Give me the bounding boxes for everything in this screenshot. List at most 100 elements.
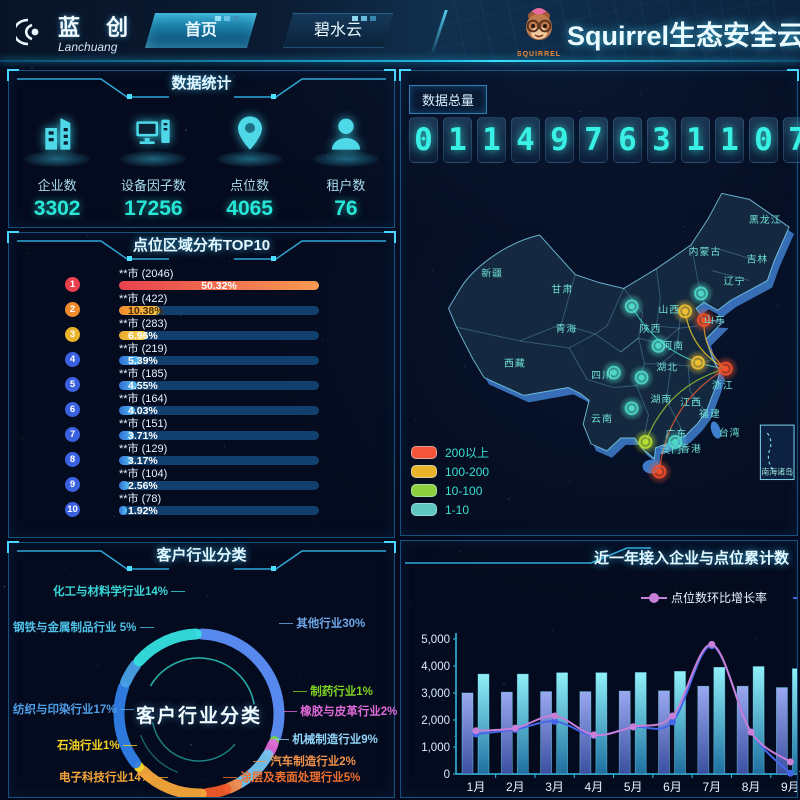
trend-legend-item[interactable]: 点位数环比增长率	[641, 589, 767, 606]
digit-tile-11: 7	[783, 117, 800, 163]
logo-text: 蓝 创	[58, 10, 138, 42]
province-label-香港: 香港	[680, 443, 702, 455]
header: 蓝 创 Lanchuang 首页碧水云 SQUIRREL Squirrel生态安…	[0, 0, 800, 62]
top10-row-1: 1**市 (2046)50.32%	[9, 268, 394, 293]
south-sea-inset-label: 南海诸岛	[761, 467, 793, 477]
top10-bar-track: 5.39%	[119, 356, 319, 365]
data-total-digits: 011497631107	[409, 117, 800, 163]
stat-label: 企业数	[12, 175, 102, 194]
donut-segment-涂层及表面处理行业	[207, 789, 226, 793]
panel-data-stats: 数据统计 企业数3302设备因子数17256点位数4065租户数76	[8, 70, 395, 228]
x-tick-9月: 9月	[781, 780, 797, 794]
digit-tile-5: 7	[579, 117, 608, 163]
top10-bar-track: 6.96%	[119, 331, 319, 340]
donut-label-制药行业1%: 制药行业1%	[293, 683, 373, 699]
rank-badge: 3	[65, 327, 80, 342]
logo-subtext: Lanchuang	[58, 40, 138, 54]
bar-month6-s1	[675, 671, 686, 774]
donut-center-label: 客户行业分类	[109, 701, 289, 728]
rank-badge: 7	[65, 427, 80, 442]
digit-tile-8: 1	[681, 117, 710, 163]
tab-首页[interactable]: 首页	[145, 13, 257, 48]
dashboard-root: 蓝 创 Lanchuang 首页碧水云 SQUIRREL Squirrel生态安…	[0, 0, 800, 800]
top10-percent: 3.71%	[128, 430, 158, 442]
stat-icon-wrap	[12, 107, 102, 169]
top10-bar-group: **市 (151)3.71%	[119, 418, 319, 440]
digit-tile-1: 1	[443, 117, 472, 163]
top10-list: 1**市 (2046)50.32% 2 **市 (422)10.38% 3 **市 (2…	[9, 263, 394, 518]
province-label-吉林: 吉林	[747, 253, 769, 266]
top10-row-2: 2 **市 (422)10.38%	[9, 293, 394, 318]
province-label-辽宁: 辽宁	[724, 275, 746, 288]
top10-bar-track: 4.03%	[119, 406, 319, 415]
donut-label-橡胶与皮革行业2%: 橡胶与皮革行业2%	[283, 703, 397, 719]
map-legend-item: 100-200	[411, 462, 489, 481]
panel-title-bar: 客户行业分类	[9, 543, 394, 573]
province-label-湖北: 湖北	[656, 362, 678, 374]
top10-bar-track: 3.71%	[119, 431, 319, 440]
y-tick: 2,000	[421, 715, 450, 727]
top10-row-8: 8**市 (129)3.17%	[9, 443, 394, 468]
top10-row-label: **市 (78)	[119, 493, 319, 505]
y-tick: 4,000	[421, 661, 450, 673]
digit-tile-0: 0	[409, 117, 438, 163]
province-label-澳门: 澳门	[660, 443, 682, 456]
stat-item-租户数: 租户数76	[301, 107, 391, 221]
digit-tile-3: 4	[511, 117, 540, 163]
squirrel-mascot: SQUIRREL	[512, 4, 566, 58]
stats-grid: 企业数3302设备因子数17256点位数4065租户数76	[9, 101, 394, 221]
top10-bar-group: **市 (185)4.55%	[119, 368, 319, 390]
stat-value: 76	[301, 197, 391, 221]
stat-value: 4065	[205, 197, 295, 221]
building-icon	[37, 113, 77, 153]
bar-month7-s1	[714, 667, 725, 774]
trend-legend-item[interactable]	[793, 589, 798, 606]
china-landmass	[449, 193, 790, 458]
top10-percent: 4.03%	[128, 405, 158, 417]
province-label-山西: 山西	[658, 304, 680, 316]
mascot-label: SQUIRREL	[512, 51, 566, 58]
province-label-河南: 河南	[662, 339, 684, 352]
top10-bar-group: **市 (104)2.56%	[119, 468, 319, 490]
donut-segment-化工与材料学行业	[139, 634, 196, 661]
trend-chart-svg: 01,0002,0003,0004,0005,0001月2月3月4月5月6月7月…	[401, 541, 797, 797]
top10-row-label: **市 (151)	[119, 418, 319, 430]
province-label-湖南: 湖南	[651, 392, 673, 405]
icon-pedestal	[24, 151, 90, 167]
x-tick-2月: 2月	[506, 780, 525, 794]
legend-label: 1-10	[445, 503, 469, 517]
data-total-tag: 数据总量	[409, 85, 487, 114]
top10-row-label: **市 (164)	[119, 393, 319, 405]
donut-segment-钢铁与金属制品行业	[126, 665, 136, 682]
x-tick-6月: 6月	[663, 780, 682, 794]
x-tick-4月: 4月	[585, 780, 604, 794]
panel-industry: 客户行业分类 客户行业分类 化工与材料学行业14% 钢铁与金属制品行业 5% 纺…	[8, 542, 395, 798]
top10-row-label: **市 (129)	[119, 443, 319, 455]
top10-bar-fill	[119, 506, 127, 515]
top10-bar-group: **市 (2046)50.32%	[119, 268, 319, 290]
top10-bar-group: **市 (422)10.38%	[119, 293, 319, 315]
donut-label-机械制造行业9%: 机械制造行业9%	[275, 731, 378, 747]
device-icon	[133, 113, 173, 153]
industry-panel-title: 客户行业分类	[156, 547, 246, 564]
tab-碧水云[interactable]: 碧水云	[283, 13, 393, 48]
digit-tile-9: 1	[715, 117, 744, 163]
province-label-四川: 四川	[591, 371, 613, 382]
digit-tile-6: 6	[613, 117, 642, 163]
donut-label-其他行业30%: 其他行业30%	[279, 615, 365, 631]
rank-badge: 2	[65, 302, 80, 317]
top10-bar-track: 50.32%	[119, 281, 319, 290]
header-glow-line	[0, 60, 800, 62]
top10-row-label: **市 (283)	[119, 318, 319, 330]
province-label-浙江: 浙江	[712, 379, 734, 391]
province-label-内蒙古: 内蒙古	[689, 245, 722, 258]
legend-marker	[793, 597, 798, 599]
stat-icon-wrap	[205, 107, 295, 169]
bar-month2-s0	[501, 692, 512, 774]
province-label-山东: 山东	[704, 313, 726, 326]
icon-pedestal	[217, 151, 283, 167]
x-tick-3月: 3月	[545, 780, 564, 794]
map-legend-item: 10-100	[411, 481, 489, 500]
donut-label-电子科技行业14%: 电子科技行业14%	[59, 769, 168, 785]
province-label-西藏: 西藏	[504, 358, 526, 370]
